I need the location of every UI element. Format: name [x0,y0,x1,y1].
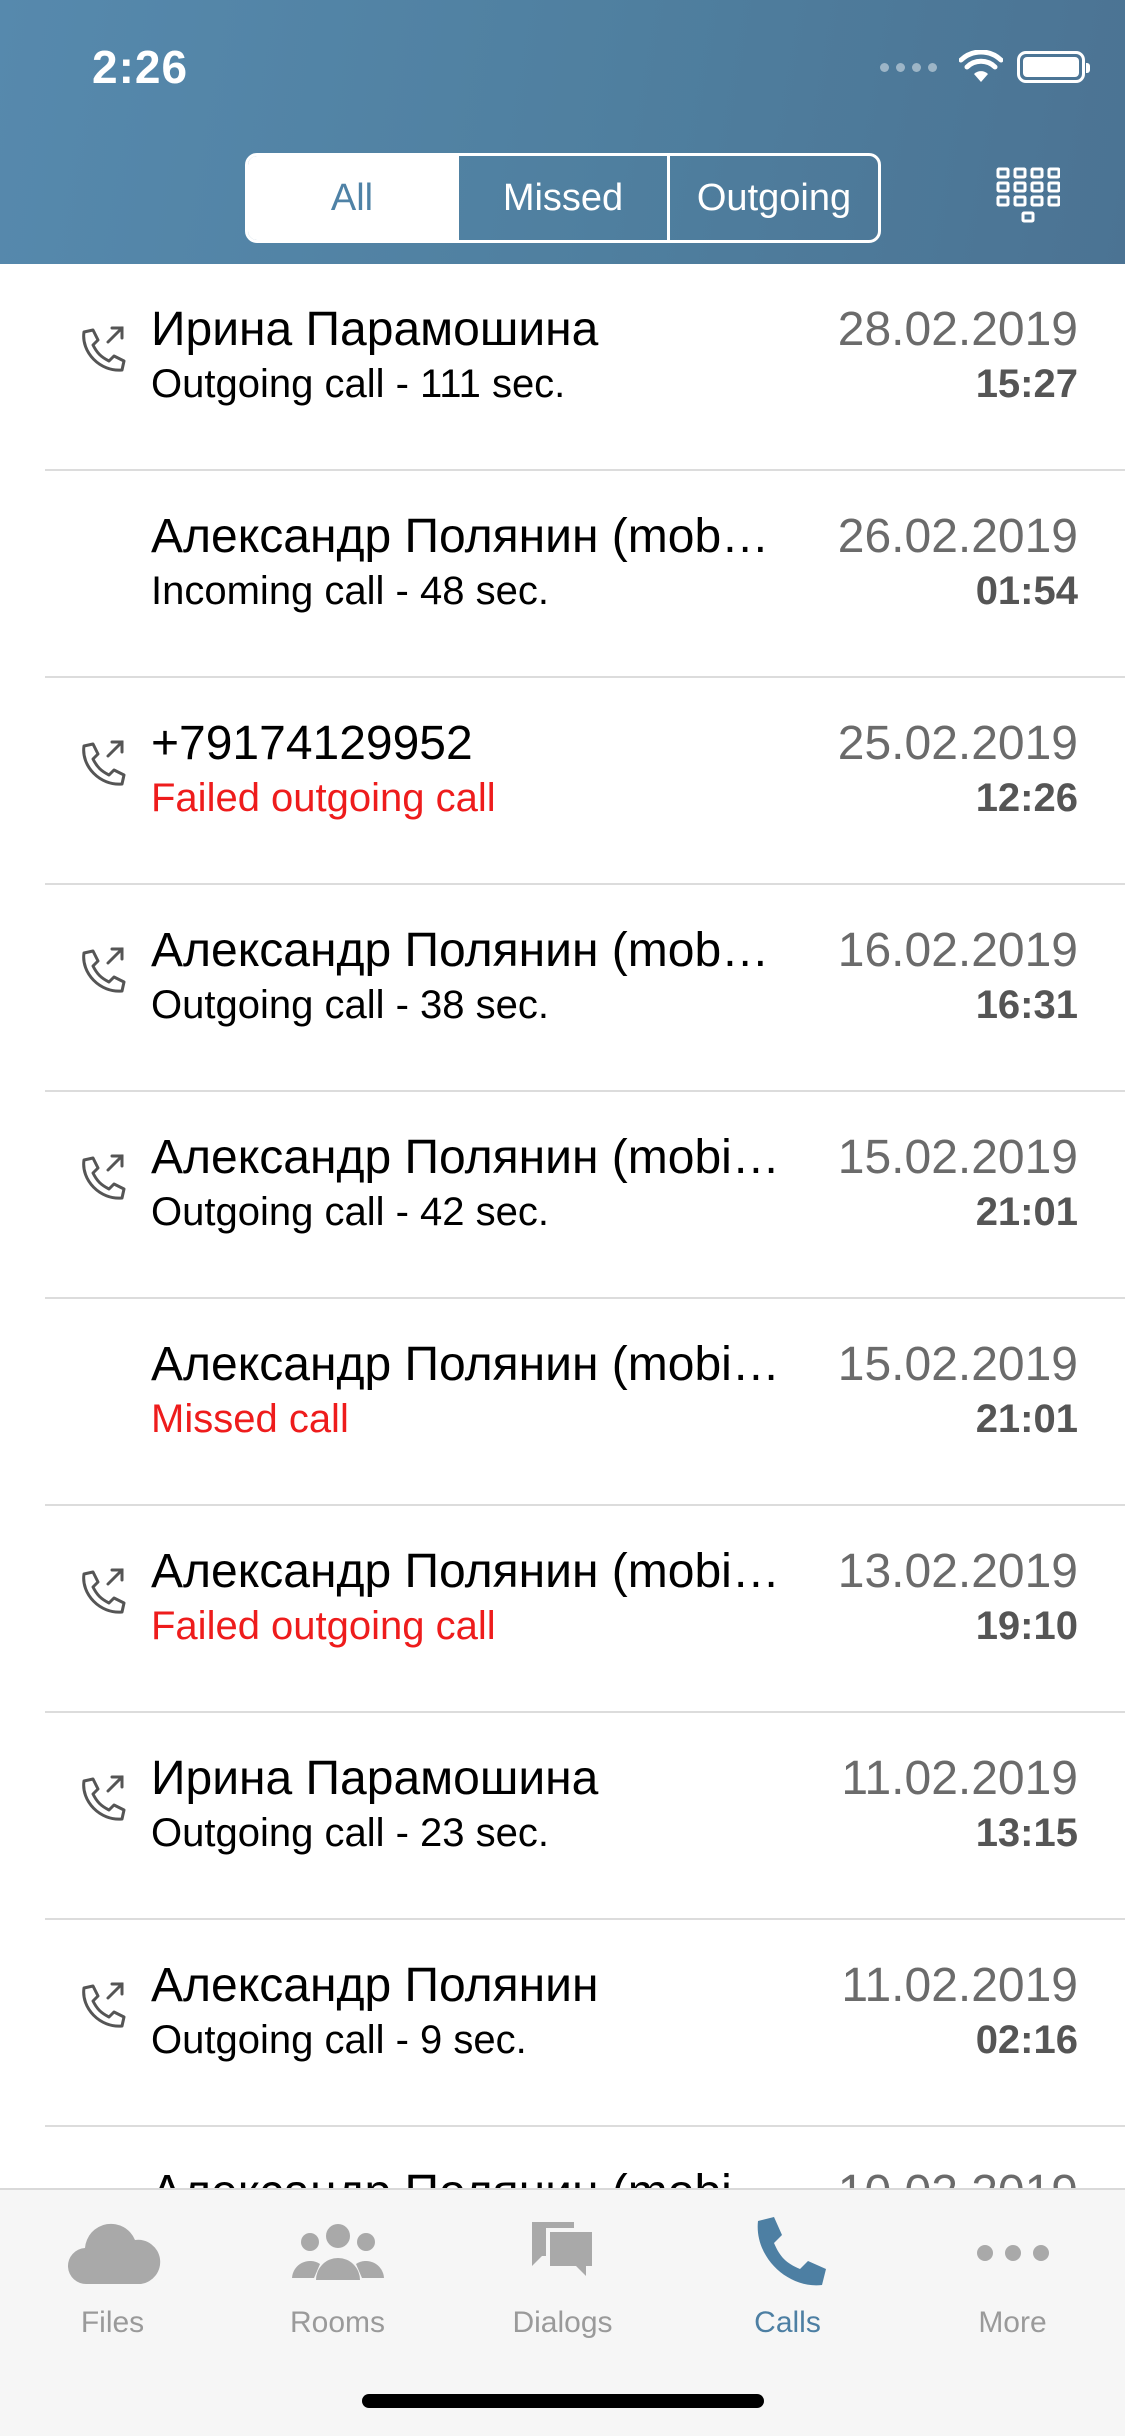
call-detail: Outgoing call - 42 sec. [151,1190,549,1234]
call-detail: Outgoing call - 23 sec. [151,1811,549,1855]
signal-icon [880,62,937,72]
caller-name: Александр Полянин [151,1959,599,2012]
call-date: 28.02.2019 [837,303,1078,356]
home-indicator [362,2394,764,2408]
tab-rooms[interactable]: Rooms [225,2210,450,2360]
status-time: 2:26 [92,41,189,93]
call-date: 11.02.2019 [841,1959,1078,2012]
call-date: 15.02.2019 [837,1338,1078,1391]
tab-dialogs[interactable]: Dialogs [450,2210,675,2360]
tab-files[interactable]: Files [0,2210,225,2360]
call-date: 13.02.2019 [837,1545,1078,1598]
call-time: 15:27 [975,362,1078,406]
call-time: 16:31 [975,983,1078,1027]
call-detail: Outgoing call - 9 sec. [151,2018,527,2062]
phone-icon [740,2210,836,2296]
wifi-icon [959,50,1003,82]
call-time: 21:01 [975,1190,1078,1234]
more-dots-icon [965,2210,1061,2296]
call-time: 12:26 [975,776,1078,820]
battery-icon [1017,51,1090,83]
caller-name: Александр Полянин (mobi… [151,1545,780,1598]
tab-label: Dialogs [512,2306,613,2339]
tab-label: More [978,2306,1047,2339]
cloud-icon [65,2210,161,2296]
call-detail: Missed call [151,1397,349,1441]
call-row[interactable]: Александр Полянин (mobi… Outgoing call - … [0,1092,1125,1299]
outgoing-call-icon [78,1773,126,1821]
call-row[interactable]: Александр Полянин Outgoing call - 9 sec. 1… [0,1920,1125,2127]
header: 2:26 All Missed Outgoing [0,0,1125,264]
tab-label: Calls [754,2306,821,2339]
segment-outgoing[interactable]: Outgoing [667,156,878,240]
call-date: 11.02.2019 [841,1752,1078,1805]
call-time: 21:01 [975,1397,1078,1441]
call-date: 25.02.2019 [837,717,1078,770]
caller-name: Ирина Парамошина [151,303,599,356]
outgoing-call-icon [78,1566,126,1614]
call-row[interactable]: Ирина Парамошина Outgoing call - 111 sec.… [0,264,1125,471]
caller-name: Александр Полянин (mob… [151,510,770,563]
outgoing-call-icon [78,945,126,993]
call-date: 15.02.2019 [837,1131,1078,1184]
call-time: 02:16 [975,2018,1078,2062]
caller-name: Александр Полянин (mobi… [151,1338,780,1391]
status-indicators [880,50,1090,84]
caller-name: Александр Полянин (mob… [151,924,770,977]
call-detail: Outgoing call - 111 sec. [151,362,566,406]
outgoing-call-icon [78,1980,126,2028]
call-time: 01:54 [975,569,1078,613]
dialpad-icon[interactable] [996,165,1060,229]
call-list: Ирина Парамошина Outgoing call - 111 sec.… [0,264,1125,2334]
call-detail: Incoming call - 48 sec. [151,569,549,613]
call-time: 13:15 [975,1811,1078,1855]
call-row[interactable]: Александр Полянин (mob… Incoming call - 4… [0,471,1125,678]
call-detail: Failed outgoing call [151,776,496,820]
tab-label: Files [80,2306,145,2339]
caller-name: Ирина Парамошина [151,1752,599,1805]
call-row[interactable]: Александр Полянин (mobi… Missed call 15.02… [0,1299,1125,1506]
outgoing-call-icon [78,324,126,372]
tab-label: Rooms [289,2306,386,2339]
tab-calls[interactable]: Calls [675,2210,900,2360]
people-icon [290,2210,386,2296]
outgoing-call-icon [78,738,126,786]
outgoing-call-icon [78,1152,126,1200]
call-detail: Failed outgoing call [151,1604,496,1648]
call-filter-segmented-control: All Missed Outgoing [245,153,881,243]
call-row[interactable]: Александр Полянин (mob… Outgoing call - 3… [0,885,1125,1092]
call-row[interactable]: Александр Полянин (mobi… Failed outgoing … [0,1506,1125,1713]
call-row[interactable]: +79174129952 Failed outgoing call 25.02.20… [0,678,1125,885]
caller-name: Александр Полянин (mobi… [151,1131,780,1184]
chat-bubbles-icon [515,2210,611,2296]
call-date: 16.02.2019 [837,924,1078,977]
caller-name: +79174129952 [151,717,473,770]
call-row[interactable]: Ирина Парамошина Outgoing call - 23 sec. 1… [0,1713,1125,1920]
call-date: 26.02.2019 [837,510,1078,563]
call-time: 19:10 [975,1604,1078,1648]
tab-more[interactable]: More [900,2210,1125,2360]
call-detail: Outgoing call - 38 sec. [151,983,549,1027]
segment-missed[interactable]: Missed [456,156,667,240]
segment-all[interactable]: All [248,156,456,240]
